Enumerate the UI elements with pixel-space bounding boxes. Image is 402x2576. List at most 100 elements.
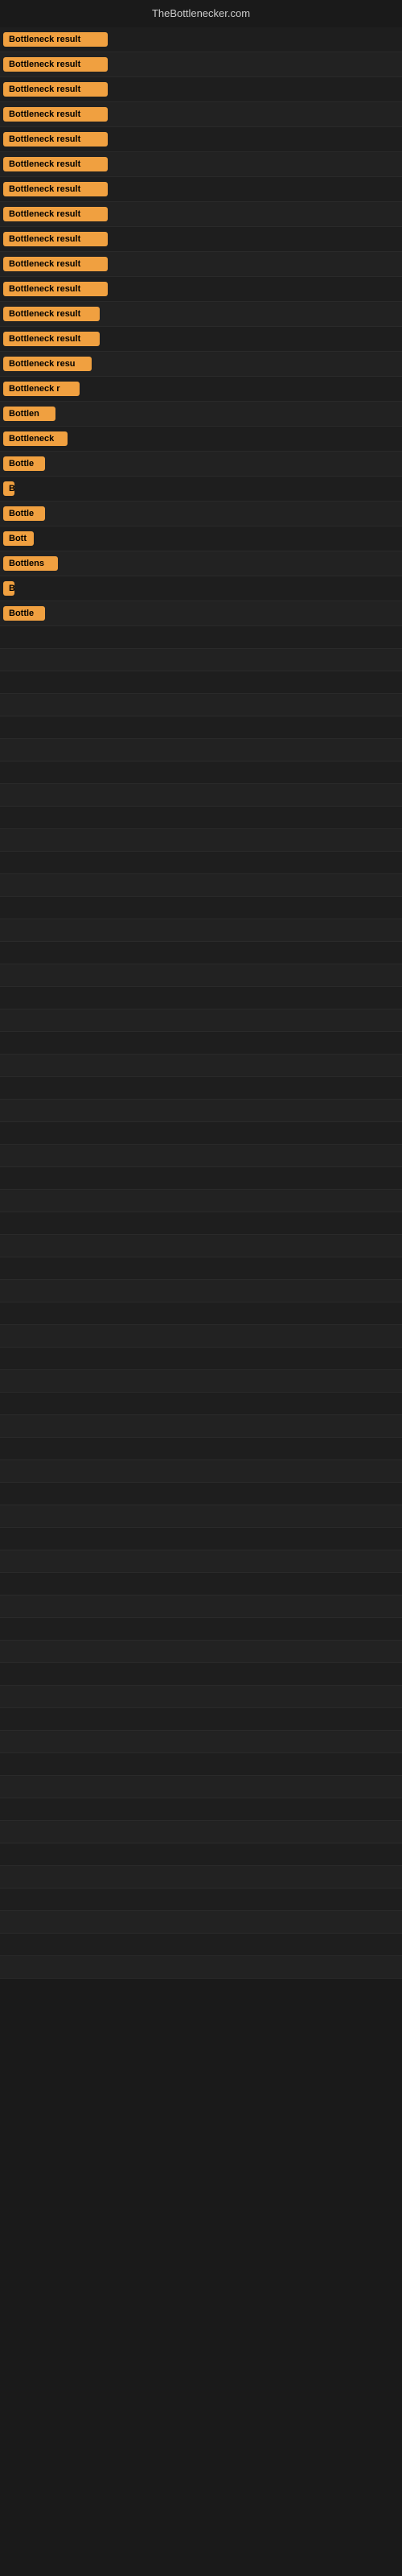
empty-row [0,1235,402,1257]
results-container: Bottleneck result Bottleneck result Bottle… [0,24,402,1979]
empty-row [0,1167,402,1190]
empty-row [0,1843,402,1866]
result-row: Bottleneck result [0,302,402,327]
bottleneck-badge[interactable]: Bottle [3,456,45,471]
bottleneck-badge[interactable]: Bottleneck r [3,382,80,396]
empty-row [0,1393,402,1415]
empty-row [0,762,402,784]
result-row: Bottleneck resu [0,352,402,377]
result-row: Bottleneck result [0,227,402,252]
empty-row [0,1708,402,1731]
empty-row [0,1866,402,1889]
bottleneck-badge[interactable]: Bottleneck result [3,282,108,296]
empty-row [0,1145,402,1167]
empty-row [0,1483,402,1505]
bottleneck-badge[interactable]: B [3,581,14,596]
result-row: Bottleneck result [0,177,402,202]
empty-row [0,1821,402,1843]
bottleneck-badge[interactable]: Bottleneck result [3,157,108,171]
empty-row [0,964,402,987]
result-row: Bottle [0,502,402,526]
bottleneck-badge[interactable]: Bottleneck result [3,332,100,346]
empty-row [0,897,402,919]
bottleneck-badge[interactable]: Bottleneck result [3,82,108,97]
bottleneck-badge[interactable]: B [3,481,14,496]
empty-row [0,942,402,964]
empty-row [0,1212,402,1235]
empty-row [0,716,402,739]
empty-row [0,1573,402,1596]
empty-row [0,1348,402,1370]
empty-row [0,1325,402,1348]
empty-row [0,1280,402,1302]
result-row: Bottleneck result [0,77,402,102]
empty-row [0,1190,402,1212]
bottleneck-badge[interactable]: Bottleneck result [3,32,108,47]
bottleneck-badge[interactable]: Bottleneck resu [3,357,92,371]
empty-row [0,1618,402,1641]
result-row: Bottleneck result [0,152,402,177]
bottleneck-badge[interactable]: Bottleneck result [3,257,108,271]
result-row: Bottleneck result [0,102,402,127]
empty-row [0,807,402,829]
empty-row [0,649,402,671]
empty-row [0,626,402,649]
empty-row [0,1776,402,1798]
empty-row [0,1370,402,1393]
result-row: Bottleneck result [0,27,402,52]
bottleneck-badge[interactable]: Bottleneck result [3,182,108,196]
empty-row [0,1753,402,1776]
result-row: B [0,576,402,601]
empty-row [0,1686,402,1708]
empty-row [0,874,402,897]
empty-row [0,671,402,694]
result-row: Bottleneck result [0,52,402,77]
site-title: TheBottlenecker.com [152,7,250,19]
bottleneck-badge[interactable]: Bottleneck result [3,232,108,246]
bottleneck-badge[interactable]: Bottle [3,506,45,521]
result-row: Bottleneck [0,427,402,452]
empty-row [0,1077,402,1100]
result-row: B [0,477,402,502]
empty-row [0,694,402,716]
bottleneck-badge[interactable]: Bottleneck [3,431,68,446]
result-row: Bottleneck result [0,202,402,227]
bottleneck-badge[interactable]: Bottlen [3,407,55,421]
empty-row [0,784,402,807]
result-row: Bottleneck r [0,377,402,402]
empty-row [0,1460,402,1483]
empty-row [0,1663,402,1686]
result-row: Bottleneck result [0,327,402,352]
result-row: Bottlen [0,402,402,427]
empty-row [0,1302,402,1325]
empty-row [0,1032,402,1055]
site-header: TheBottlenecker.com [0,0,402,24]
bottleneck-badge[interactable]: Bottleneck result [3,207,108,221]
empty-row [0,1641,402,1663]
empty-row [0,1415,402,1438]
empty-row [0,1055,402,1077]
bottleneck-badge[interactable]: Bottlens [3,556,58,571]
bottleneck-badge[interactable]: Bottleneck result [3,132,108,147]
empty-row [0,1731,402,1753]
empty-row [0,1889,402,1911]
empty-row [0,1934,402,1956]
bottleneck-badge[interactable]: Bott [3,531,34,546]
result-row: Bottlens [0,551,402,576]
empty-row [0,1257,402,1280]
result-row: Bottleneck result [0,127,402,152]
empty-row [0,919,402,942]
empty-row [0,1956,402,1979]
bottleneck-badge[interactable]: Bottle [3,606,45,621]
empty-row [0,1798,402,1821]
empty-row [0,1122,402,1145]
bottleneck-badge[interactable]: Bottleneck result [3,307,100,321]
bottleneck-badge[interactable]: Bottleneck result [3,57,108,72]
empty-row [0,1505,402,1528]
bottleneck-badge[interactable]: Bottleneck result [3,107,108,122]
page-wrapper: TheBottlenecker.com Bottleneck resultBot… [0,0,402,1979]
empty-row [0,1550,402,1573]
empty-row [0,1911,402,1934]
result-row: Bottleneck result [0,277,402,302]
empty-row [0,1438,402,1460]
